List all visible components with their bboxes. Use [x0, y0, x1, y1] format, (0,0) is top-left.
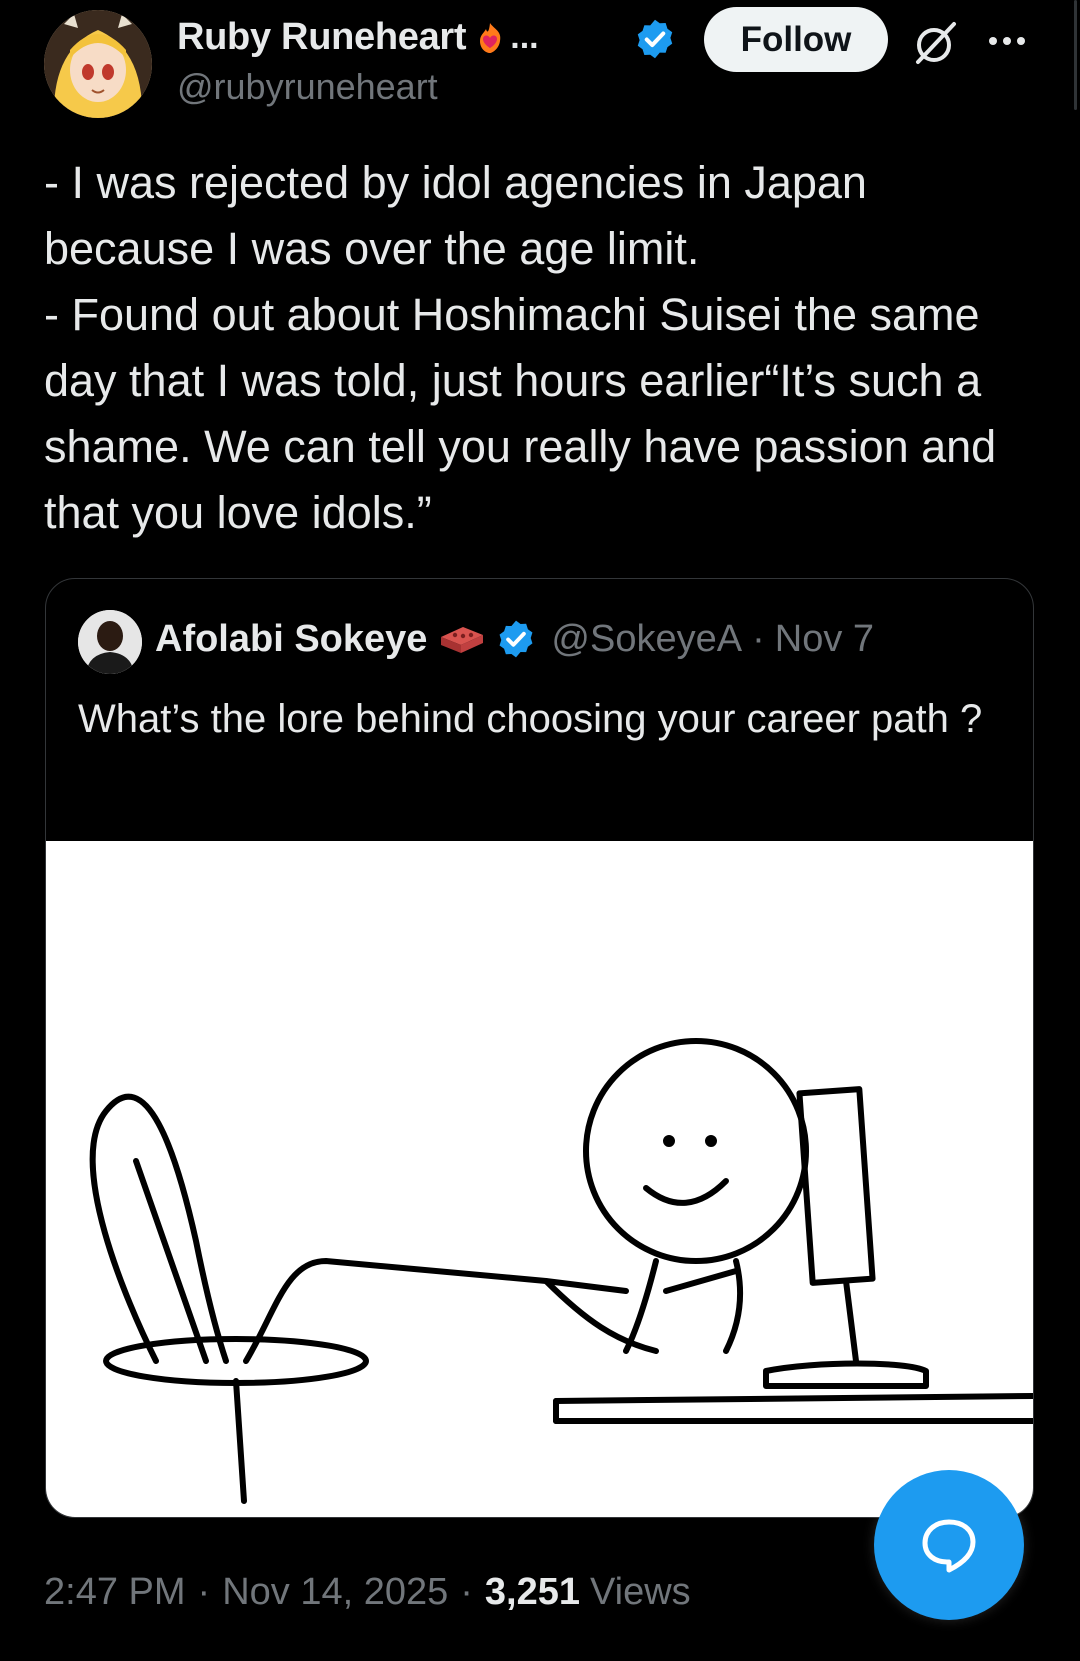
- author-display-name[interactable]: Ruby Runeheart: [177, 16, 467, 59]
- tweet-date[interactable]: Nov 14, 2025: [222, 1571, 448, 1614]
- reply-bubble-icon: [922, 1519, 976, 1573]
- quoted-tweet-date[interactable]: Nov 7: [775, 618, 874, 661]
- quoted-author-handle[interactable]: @SokeyeA: [551, 618, 742, 661]
- scrollbar[interactable]: [1074, 0, 1077, 110]
- stick-figure-computer-drawing: [89, 1038, 1033, 1504]
- tweet-meta: 2:47 PM · Nov 14, 2025 · 3,251 Views: [44, 1564, 691, 1620]
- verified-badge-icon: [637, 19, 673, 59]
- separator: ·: [752, 617, 765, 660]
- fire-heart-icon: [480, 23, 501, 53]
- more-icon[interactable]: [984, 24, 1030, 58]
- quoted-tweet-card[interactable]: Afolabi Sokeye @SokeyeA · Nov 7 What’s t…: [45, 578, 1034, 1518]
- reply-fab-button[interactable]: [874, 1470, 1024, 1620]
- name-truncation: ...: [510, 17, 539, 56]
- tweet-header: Ruby Runeheart ... @rubyruneheart Follow: [0, 0, 1080, 130]
- quoted-tweet-text: What’s the lore behind choosing your car…: [78, 697, 983, 741]
- tweet-text: - I was rejected by idol agencies in Jap…: [44, 150, 1044, 546]
- grok-icon[interactable]: [910, 18, 960, 68]
- anime-avatar-icon: [44, 10, 152, 118]
- follow-button[interactable]: Follow: [704, 7, 888, 72]
- quoted-author-line[interactable]: Afolabi Sokeye @SokeyeA · Nov 7: [155, 607, 874, 671]
- brick-icon: [441, 627, 484, 653]
- verified-badge-icon: [499, 620, 533, 658]
- views-label: Views: [590, 1570, 691, 1613]
- quoted-author-avatar[interactable]: [78, 610, 142, 674]
- quoted-tweet-image[interactable]: [46, 841, 1033, 1517]
- quoted-author-name[interactable]: Afolabi Sokeye: [155, 618, 427, 661]
- tweet-time[interactable]: 2:47 PM: [44, 1571, 186, 1614]
- views-count: 3,251: [484, 1570, 580, 1613]
- author-name-line[interactable]: Ruby Runeheart ...: [177, 12, 539, 62]
- person-avatar-icon: [78, 610, 142, 674]
- separator: ·: [460, 1570, 473, 1613]
- author-avatar[interactable]: [44, 10, 152, 118]
- separator: ·: [197, 1570, 211, 1613]
- author-handle[interactable]: @rubyruneheart: [177, 66, 438, 108]
- tweet-line: - Found out about Hoshimachi Suisei the …: [44, 289, 997, 538]
- tweet-line: - I was rejected by idol agencies in Jap…: [44, 157, 867, 274]
